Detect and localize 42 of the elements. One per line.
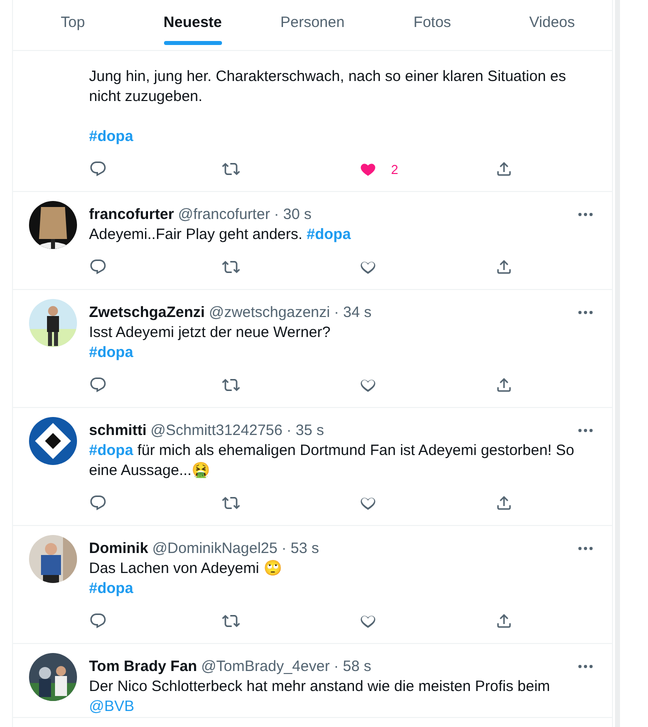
reply-icon[interactable] [89,612,107,630]
retweet-icon[interactable] [222,494,240,512]
tab[interactable]: Neueste [132,0,253,50]
tab[interactable]: Personen [252,0,372,50]
retweet-icon[interactable] [222,160,240,178]
share-icon[interactable] [495,494,513,512]
user-name[interactable]: ZwetschgaZenzi [89,304,205,320]
timestamp[interactable]: · 34 s [334,304,372,320]
tweet-text: Adeyemi..Fair Play geht anders. #dopa [89,225,352,245]
user-handle[interactable]: @Schmitt31242756 [150,422,282,438]
tweet-text: #dopa für mich als ehemaligen Dortmund Fan ist Adeyemi gestorben! So eine Aussage...🤮 [89,441,576,481]
retweet-icon[interactable] [222,258,240,276]
user-name[interactable]: Tom Brady Fan [89,658,198,674]
share-icon[interactable] [495,612,513,630]
timestamp[interactable]: · 58 s [334,658,372,674]
reply-icon[interactable] [89,494,107,512]
user-name[interactable]: Dominik [89,540,148,556]
user-handle[interactable]: @francofurter [178,206,270,222]
tweet-text: Der Nico Schlotterbeck hat mehr anstand wie die meisten Profis beim @BVB [89,677,552,717]
user-handle[interactable]: @TomBrady_4ever [201,658,330,674]
tab[interactable]: Fotos [372,0,492,50]
tweet-text: Das Lachen von Adeyemi 🙄 #dopa [89,559,284,599]
tweet-text: Jung hin, jung her. Charakterschwach, nach so einer klaren Situation es nicht zuzugeben. #dopa [89,67,567,147]
timestamp[interactable]: · 53 s [281,540,319,556]
tweet-text: Isst Adeyemi jetzt der neue Werner? #dopa [89,323,332,363]
user-handle[interactable]: @DominikNagel25 [152,540,278,556]
reply-icon[interactable] [89,376,107,394]
timestamp[interactable]: · 35 s [286,422,324,438]
like-count: 2 [391,162,398,176]
reply-icon[interactable] [89,258,107,276]
share-icon[interactable] [495,376,513,394]
user-handle[interactable]: @zwetschgazenzi [208,304,330,320]
user-name[interactable]: francofurter [89,206,174,222]
timestamp[interactable]: · 30 s [274,206,312,222]
user-name[interactable]: schmitti [89,422,147,438]
share-icon[interactable] [495,160,513,178]
tab[interactable]: Videos [492,0,612,50]
retweet-icon[interactable] [222,612,240,630]
retweet-icon[interactable] [222,376,240,394]
tab[interactable]: Top [13,0,133,50]
reply-icon[interactable] [89,160,107,178]
share-icon[interactable] [495,258,513,276]
